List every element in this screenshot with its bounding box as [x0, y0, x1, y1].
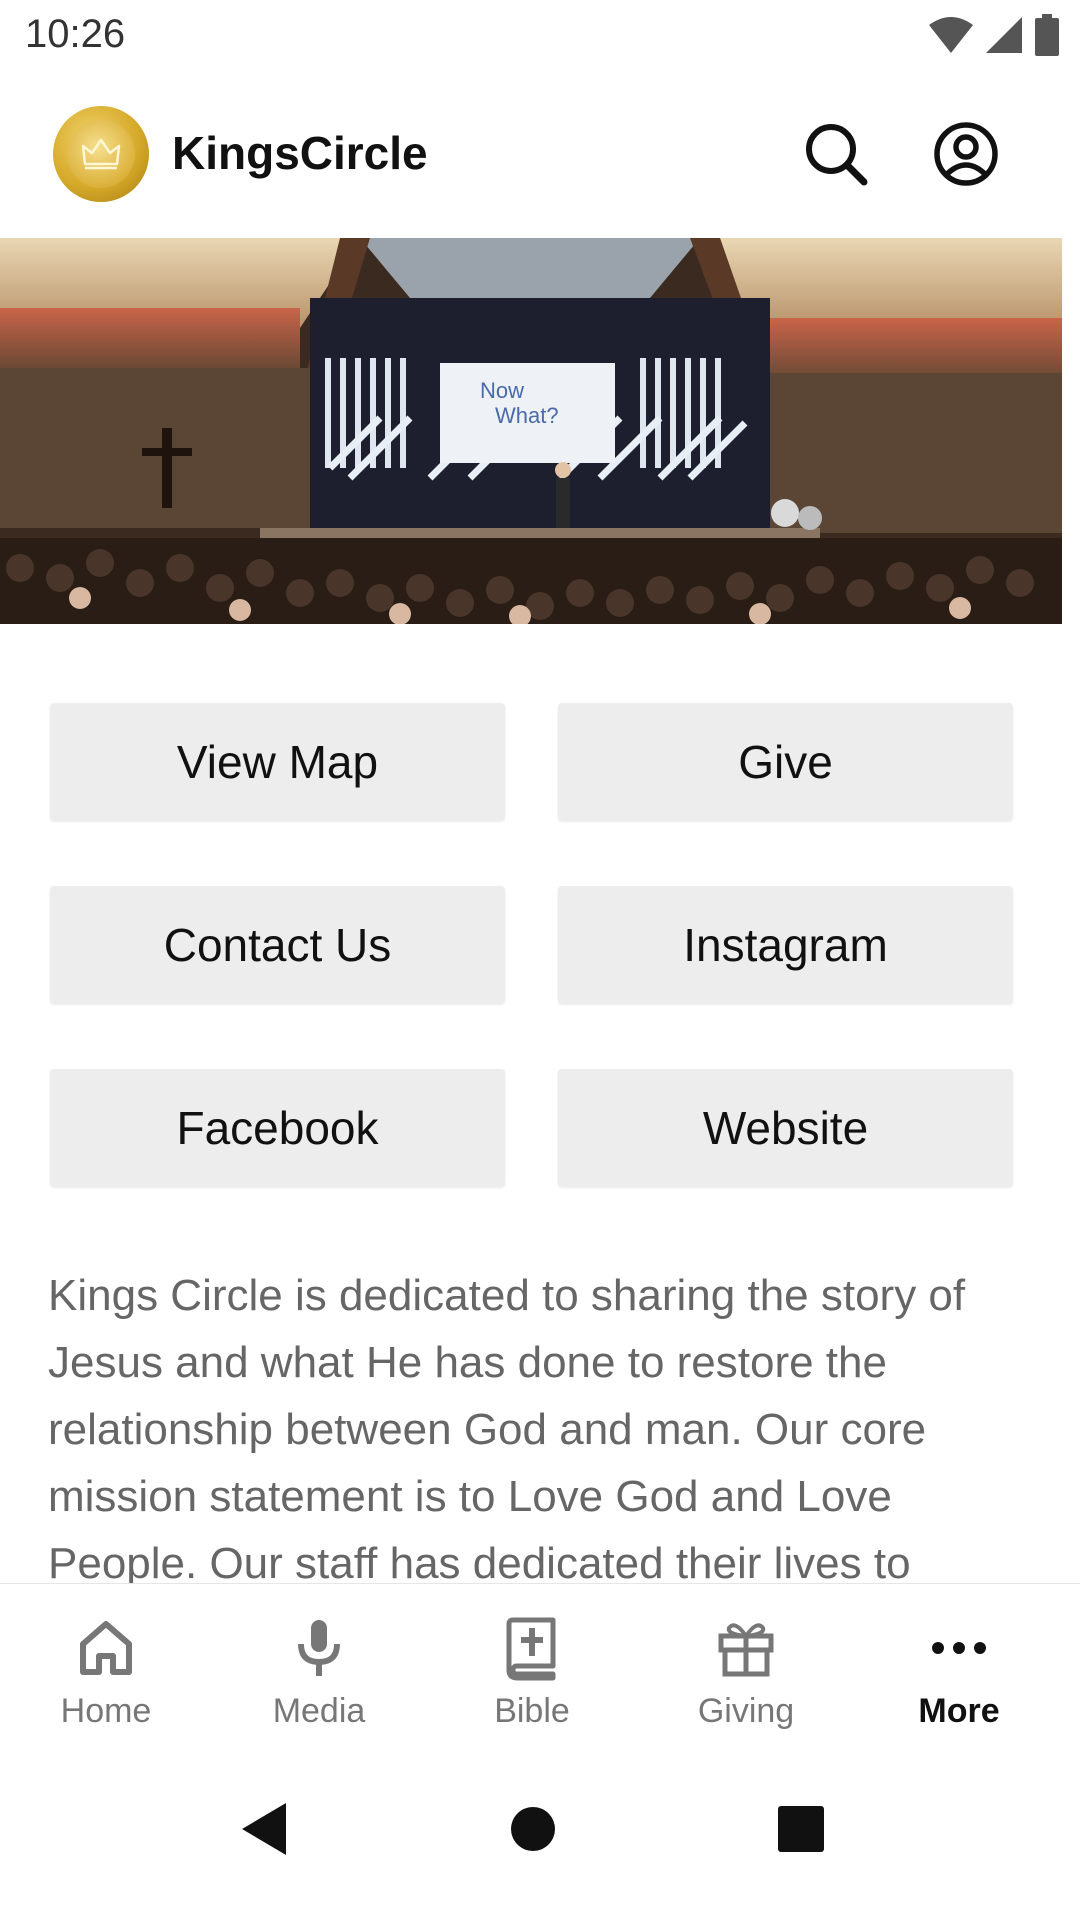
tab-more-label: More: [918, 1692, 1000, 1730]
screen-text-line2: What?: [495, 403, 559, 428]
more-dots-icon: [932, 1642, 986, 1654]
battery-icon: [1035, 14, 1059, 56]
church-stage-illustration: Now What?: [0, 238, 1062, 624]
website-button[interactable]: Website: [558, 1069, 1013, 1187]
status-bar: 10:26: [0, 0, 1080, 74]
home-icon: [80, 1621, 132, 1675]
facebook-button[interactable]: Facebook: [50, 1069, 505, 1187]
church-description: Kings Circle is dedicated to sharing the…: [48, 1271, 966, 1588]
home-circle-icon[interactable]: [493, 1789, 573, 1869]
status-time: 10:26: [25, 12, 126, 56]
search-button[interactable]: [800, 118, 872, 190]
tab-home-label: Home: [60, 1692, 152, 1730]
view-map-button[interactable]: View Map: [50, 703, 505, 821]
app-title: KingsCircle: [172, 127, 428, 179]
bottom-tab-bar: Home Media Bible Giving More: [0, 1583, 1080, 1750]
tab-bible[interactable]: Bible: [432, 1584, 632, 1750]
tab-media-label: Media: [272, 1692, 366, 1730]
tab-giving-label: Giving: [697, 1692, 795, 1730]
instagram-button[interactable]: Instagram: [558, 886, 1013, 1004]
crown-icon: [81, 138, 121, 170]
gift-icon: [718, 1623, 774, 1677]
contact-us-button[interactable]: Contact Us: [50, 886, 505, 1004]
wifi-icon: [929, 17, 973, 53]
system-nav-bar: [0, 1749, 1080, 1920]
microphone-icon: [298, 1620, 340, 1676]
recents-square-icon[interactable]: [761, 1789, 841, 1869]
cell-signal-icon: [986, 17, 1022, 53]
tab-home[interactable]: Home: [6, 1584, 206, 1750]
app-bar: KingsCircle: [0, 74, 1080, 238]
tab-media[interactable]: Media: [219, 1584, 419, 1750]
search-icon: [806, 124, 868, 186]
tab-giving[interactable]: Giving: [646, 1584, 846, 1750]
screen-text-line1: Now: [480, 378, 524, 403]
kingscircle-logo: [53, 106, 149, 202]
account-circle-icon: [934, 122, 998, 186]
status-icons: [928, 14, 1060, 56]
give-button[interactable]: Give: [558, 703, 1013, 821]
bible-icon: [506, 1617, 556, 1681]
tab-bible-label: Bible: [494, 1692, 570, 1730]
tab-more[interactable]: More: [859, 1584, 1059, 1750]
back-icon[interactable]: [224, 1789, 304, 1869]
hero-image: Now What?: [0, 238, 1062, 624]
profile-button[interactable]: [930, 118, 1002, 190]
